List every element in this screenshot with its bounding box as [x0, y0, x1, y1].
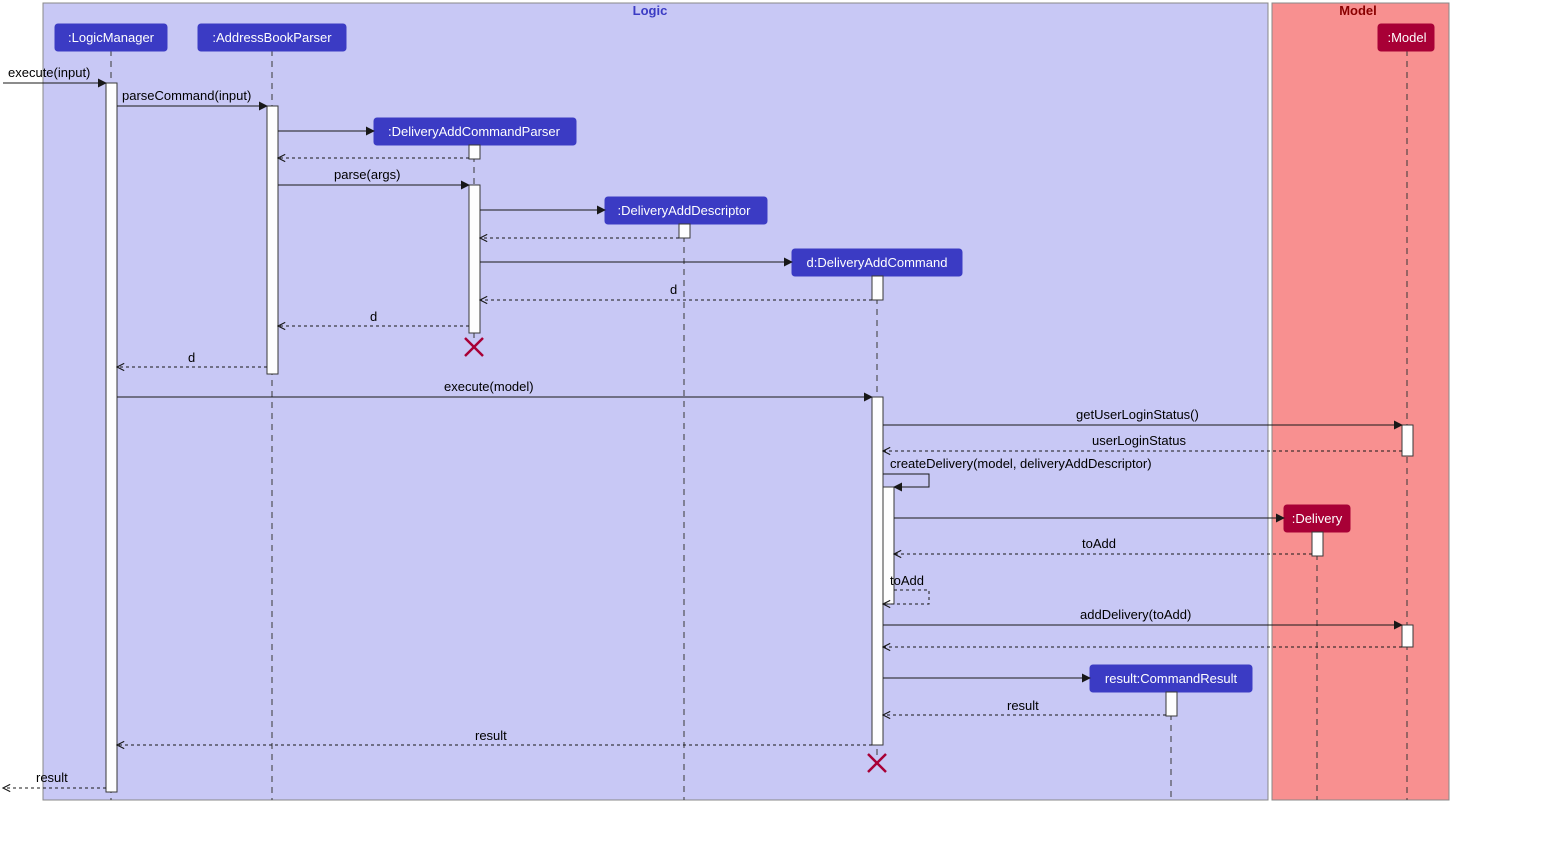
activation-logicmanager — [106, 83, 117, 792]
activation-model-2 — [1402, 625, 1413, 647]
activation-dad — [679, 224, 690, 238]
activation-dacp-2 — [469, 185, 480, 333]
msg-adddelivery-label: addDelivery(toAdd) — [1080, 607, 1191, 622]
msg-execute-input-label: execute(input) — [8, 65, 90, 80]
participant-delivery-label: :Delivery — [1292, 511, 1343, 526]
participant-model-label: :Model — [1387, 30, 1426, 45]
msg-result2-label: result — [475, 728, 507, 743]
msg-return-d1-label: d — [670, 282, 677, 297]
msg-userloginstatus-label: userLoginStatus — [1092, 433, 1186, 448]
msg-createdelivery-label: createDelivery(model, deliveryAddDescrip… — [890, 456, 1152, 471]
activation-dacp-1 — [469, 145, 480, 159]
activation-addressbookparser — [267, 106, 278, 374]
msg-result-out-label: result — [36, 770, 68, 785]
activation-dac-1 — [872, 276, 883, 300]
participant-commandresult-label: result:CommandResult — [1105, 671, 1238, 686]
participant-deliveryaddcommandparser-label: :DeliveryAddCommandParser — [388, 124, 561, 139]
activation-dac-2 — [872, 397, 883, 745]
msg-getuserloginstatus-label: getUserLoginStatus() — [1076, 407, 1199, 422]
msg-result1-label: result — [1007, 698, 1039, 713]
msg-return-d3-label: d — [188, 350, 195, 365]
participant-deliveryaddcommand-label: d:DeliveryAddCommand — [807, 255, 948, 270]
activation-model-1 — [1402, 425, 1413, 456]
participant-deliveryadddescriptor-label: :DeliveryAddDescriptor — [618, 203, 752, 218]
activation-commandresult — [1166, 692, 1177, 716]
package-model-label: Model — [1339, 3, 1377, 18]
activation-delivery — [1312, 532, 1323, 556]
package-logic-bg — [43, 3, 1268, 800]
msg-return-d2-label: d — [370, 309, 377, 324]
package-logic-label: Logic — [633, 3, 668, 18]
participant-logicmanager-label: :LogicManager — [68, 30, 155, 45]
msg-parsecommand-label: parseCommand(input) — [122, 88, 251, 103]
msg-execute-model-label: execute(model) — [444, 379, 534, 394]
msg-toadd2-label: toAdd — [890, 573, 924, 588]
package-model-bg — [1272, 3, 1449, 800]
msg-parse-args-label: parse(args) — [334, 167, 400, 182]
participant-addressbookparser-label: :AddressBookParser — [212, 30, 332, 45]
msg-toadd1-label: toAdd — [1082, 536, 1116, 551]
